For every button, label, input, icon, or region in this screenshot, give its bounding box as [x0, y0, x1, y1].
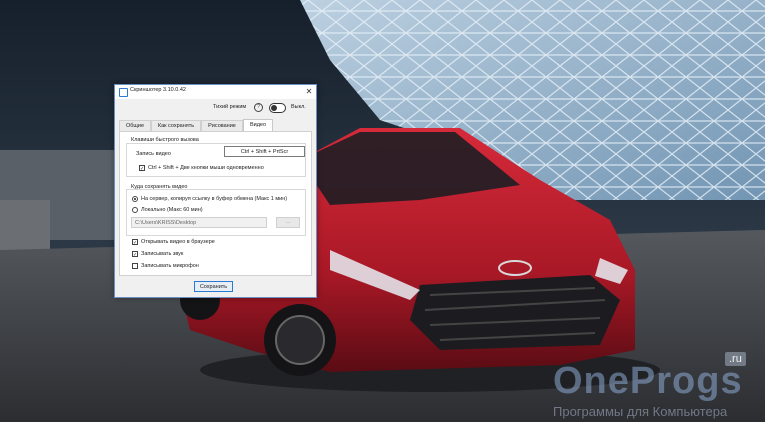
quiet-mode-label: Тихий режим: [213, 104, 247, 110]
square-app-icon: [119, 88, 128, 97]
mouse-hotkey-checkbox[interactable]: ✓: [139, 165, 145, 172]
tab-how-to-save[interactable]: Как сохранять: [151, 120, 201, 131]
watermark-tld: .ru: [725, 352, 746, 366]
title-bar[interactable]: Скриншотер 3.10.0.42 ✕: [115, 85, 316, 99]
window-title: Скриншотер 3.10.0.42: [130, 87, 186, 93]
record-sound-checkbox[interactable]: ✓: [132, 251, 138, 258]
save-to-server-radio[interactable]: [132, 196, 138, 202]
save-locally-label: Локально (Макс 60 мин): [141, 207, 203, 213]
record-microphone-label: Записывать микрофон: [141, 263, 199, 269]
save-path-input[interactable]: C:\Users\KRISS\Desktop: [131, 217, 267, 228]
browse-button[interactable]: ...: [276, 217, 300, 228]
quiet-mode-toggle[interactable]: [269, 103, 286, 113]
hotkeys-group: Запись видео Ctrl + Shift + PrtScr ✓ Ctr…: [126, 143, 306, 177]
save-locally-radio[interactable]: [132, 207, 138, 213]
oneprogs-watermark: OneProgs .ru Программы для Компьютера: [553, 352, 753, 420]
toggle-knob: [271, 105, 277, 111]
watermark-tagline: Программы для Компьютера: [553, 404, 728, 419]
save-button[interactable]: Сохранить: [194, 281, 233, 292]
record-video-hotkey-field[interactable]: Ctrl + Shift + PrtScr: [224, 146, 305, 157]
record-sound-label: Записывать звук: [141, 251, 184, 257]
quiet-mode-state: Выкл.: [291, 104, 306, 110]
tab-drawing[interactable]: Рисование: [201, 120, 243, 131]
video-settings-panel: Клавиши быстрого вызова Запись видео Ctr…: [119, 131, 312, 276]
quiet-mode-row: Тихий режим ? Выкл.: [115, 101, 316, 114]
mouse-hotkey-label: Ctrl + Shift + Две кнопки мыши одновреме…: [148, 165, 264, 171]
settings-tabs: Общие Как сохранять Рисование Видео: [119, 119, 312, 132]
open-in-browser-label: Открывать видео в браузере: [141, 239, 215, 245]
help-icon[interactable]: ?: [254, 103, 263, 112]
close-icon[interactable]: ✕: [302, 85, 316, 99]
open-in-browser-checkbox[interactable]: ✓: [132, 239, 138, 246]
record-microphone-checkbox[interactable]: [132, 263, 138, 269]
watermark-brand: OneProgs: [553, 360, 743, 402]
record-video-label: Запись видео: [136, 151, 171, 157]
save-to-server-label: На сервер, копируя ссылку в буфер обмена…: [141, 196, 288, 202]
tab-general[interactable]: Общие: [119, 120, 151, 131]
save-location-group: На сервер, копируя ссылку в буфер обмена…: [126, 189, 306, 236]
screenshoter-settings-window: Скриншотер 3.10.0.42 ✕ Тихий режим ? Вык…: [114, 84, 317, 298]
